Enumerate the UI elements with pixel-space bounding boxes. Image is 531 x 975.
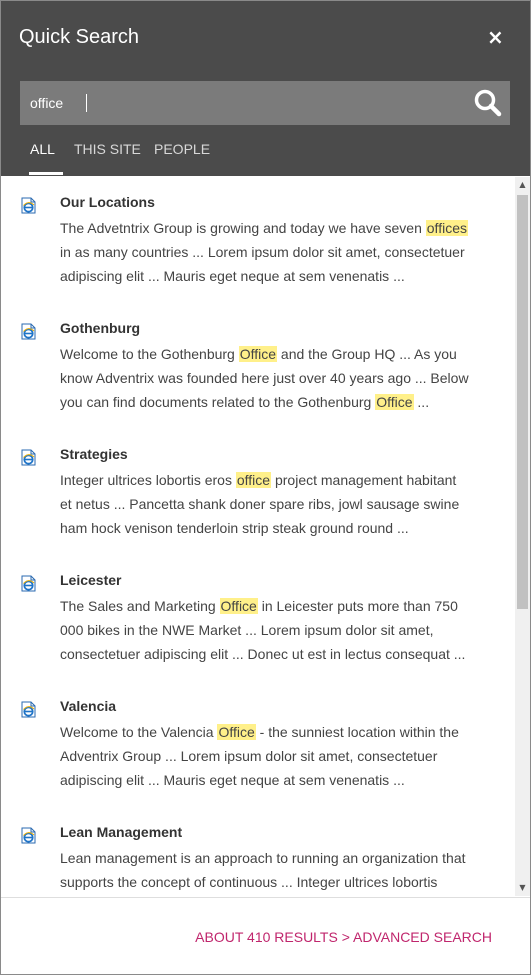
result-title[interactable]: Our Locations: [60, 194, 155, 210]
result-title[interactable]: Valencia: [60, 698, 116, 714]
ie-document-icon: [20, 449, 37, 466]
result-title[interactable]: Leicester: [60, 572, 121, 588]
search-input[interactable]: [30, 91, 460, 115]
snippet-line: adipiscing elit ... Mauris eget neque at…: [60, 768, 500, 792]
highlighted-keyword: Office: [219, 598, 258, 614]
snippet-text: Welcome to the Gothenburg: [60, 346, 239, 362]
panel-header: Quick Search × ALL THIS SITE PEOPLE: [1, 1, 530, 176]
result-item[interactable]: Our Locations The Advetntrix Group is gr…: [1, 176, 511, 302]
tab-all[interactable]: ALL: [29, 141, 63, 175]
results-scrollbar[interactable]: ▲ ▼: [515, 177, 530, 896]
result-snippet: Welcome to the Gothenburg Office and the…: [60, 342, 500, 414]
snippet-text: Integer ultrices lobortis eros: [60, 472, 236, 488]
snippet-text: - the sunniest location within the: [255, 724, 459, 740]
text-caret: [86, 94, 87, 112]
snippet-text: know Adventrix was founded here just ove…: [60, 370, 469, 386]
snippet-text: ham hock venison tenderloin strip steak …: [60, 520, 409, 536]
snippet-text: The Advetntrix Group is growing and toda…: [60, 220, 426, 236]
result-item[interactable]: Strategies Integer ultrices lobortis ero…: [1, 428, 511, 554]
highlighted-keyword: office: [235, 472, 272, 488]
snippet-line: The Advetntrix Group is growing and toda…: [60, 216, 500, 240]
ie-document-icon: [20, 197, 37, 214]
results-list: Our Locations The Advetntrix Group is gr…: [1, 176, 530, 897]
snippet-line: et netus ... Pancetta shank doner spare …: [60, 492, 500, 516]
snippet-line: Integer ultrices lobortis eros office pr…: [60, 468, 500, 492]
snippet-text: et netus ... Pancetta shank doner spare …: [60, 496, 460, 512]
snippet-text: Lean management is an approach to runnin…: [60, 850, 466, 866]
snippet-text: project management habitant: [271, 472, 457, 488]
snippet-line: Adventrix Group ... Lorem ipsum dolor si…: [60, 744, 500, 768]
snippet-text: adipiscing elit ... Mauris eget neque at…: [60, 772, 405, 788]
ie-document-icon: [20, 575, 37, 592]
snippet-line: Lean management is an approach to runnin…: [60, 846, 500, 870]
search-box: [20, 81, 510, 125]
snippet-line: you can find documents related to the Go…: [60, 390, 500, 414]
snippet-line: Welcome to the Valencia Office - the sun…: [60, 720, 500, 744]
snippet-text: The Sales and Marketing: [60, 598, 220, 614]
result-title[interactable]: Strategies: [60, 446, 128, 462]
result-snippet: Integer ultrices lobortis eros office pr…: [60, 468, 500, 540]
highlighted-keyword: offices: [425, 220, 468, 236]
result-title[interactable]: Gothenburg: [60, 320, 140, 336]
snippet-line: ham hock venison tenderloin strip steak …: [60, 516, 500, 540]
result-item[interactable]: Valencia Welcome to the Valencia Office …: [1, 680, 511, 806]
scroll-down-arrow-icon[interactable]: ▼: [515, 880, 530, 896]
panel-footer: ABOUT 410 RESULTS > ADVANCED SEARCH: [1, 897, 530, 974]
snippet-text: 000 bikes in the NWE Market ... Lorem ip…: [60, 622, 434, 638]
result-item[interactable]: Lean Management Lean management is an ap…: [1, 806, 511, 897]
result-item[interactable]: Gothenburg Welcome to the Gothenburg Off…: [1, 302, 511, 428]
search-icon[interactable]: [472, 87, 504, 119]
snippet-text: and the Group HQ ... As you: [277, 346, 457, 362]
tab-this-site[interactable]: THIS SITE: [74, 141, 141, 157]
snippet-text: Adventrix Group ... Lorem ipsum dolor si…: [60, 748, 438, 764]
snippet-text: ...: [413, 394, 430, 410]
snippet-text: consectetuer adipiscing elit ... Donec u…: [60, 646, 466, 662]
snippet-line: 000 bikes in the NWE Market ... Lorem ip…: [60, 618, 500, 642]
snippet-text: Welcome to the Valencia: [60, 724, 218, 740]
snippet-line: adipiscing elit ... Mauris eget neque at…: [60, 264, 500, 288]
highlighted-keyword: Office: [238, 346, 278, 362]
snippet-text: supports the concept of continuous ... I…: [60, 874, 438, 890]
snippet-line: The Sales and Marketing Office in Leices…: [60, 594, 500, 618]
result-item[interactable]: Leicester The Sales and Marketing Office…: [1, 554, 511, 680]
result-snippet: Lean management is an approach to runnin…: [60, 846, 500, 894]
result-snippet: The Sales and Marketing Office in Leices…: [60, 594, 500, 666]
panel-title: Quick Search: [19, 26, 140, 48]
result-snippet: The Advetntrix Group is growing and toda…: [60, 216, 500, 288]
quick-search-panel: Quick Search × ALL THIS SITE PEOPLE Our …: [0, 0, 531, 975]
snippet-line: in as many countries ... Lorem ipsum dol…: [60, 240, 500, 264]
result-title[interactable]: Lean Management: [60, 824, 182, 840]
snippet-text: in as many countries ... Lorem ipsum dol…: [60, 244, 465, 260]
snippet-line: consectetuer adipiscing elit ... Donec u…: [60, 642, 500, 666]
advanced-search-link[interactable]: ABOUT 410 RESULTS > ADVANCED SEARCH: [195, 929, 492, 945]
snippet-text: in Leicester puts more than 750: [257, 598, 458, 614]
highlighted-keyword: Office: [375, 394, 414, 410]
ie-document-icon: [20, 323, 37, 340]
snippet-text: adipiscing elit ... Mauris eget neque at…: [60, 268, 405, 284]
tab-people[interactable]: PEOPLE: [154, 141, 210, 157]
snippet-line: supports the concept of continuous ... I…: [60, 870, 500, 894]
scroll-up-arrow-icon[interactable]: ▲: [515, 177, 530, 193]
result-snippet: Welcome to the Valencia Office - the sun…: [60, 720, 500, 792]
highlighted-keyword: Office: [217, 724, 256, 740]
snippet-text: you can find documents related to the Go…: [60, 394, 376, 410]
ie-document-icon: [20, 827, 37, 844]
snippet-line: know Adventrix was founded here just ove…: [60, 366, 500, 390]
ie-document-icon: [20, 701, 37, 718]
close-icon[interactable]: ×: [487, 27, 504, 47]
snippet-line: Welcome to the Gothenburg Office and the…: [60, 342, 500, 366]
scroll-thumb[interactable]: [517, 195, 528, 609]
